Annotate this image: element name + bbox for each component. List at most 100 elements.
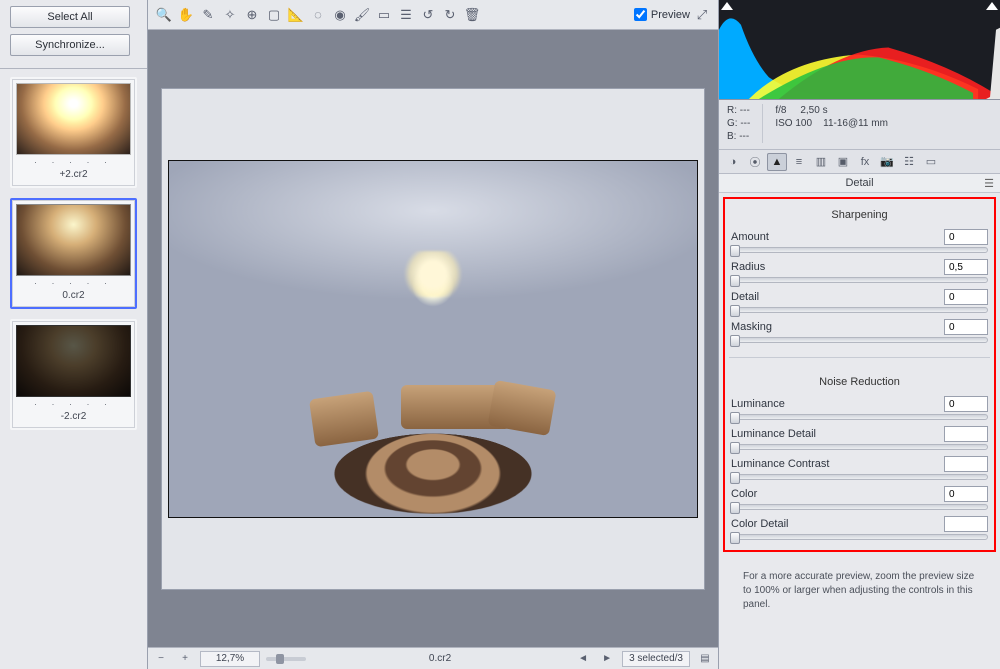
- color-sampler-tool-icon[interactable]: ✧: [220, 5, 240, 25]
- photo-frame: [162, 89, 704, 589]
- redeye-tool-icon[interactable]: ◉: [330, 5, 350, 25]
- thumbnail-rating-dots[interactable]: · · · · ·: [16, 399, 131, 409]
- filmstrip-toggle-icon[interactable]: ▤: [696, 653, 714, 664]
- detail-label: Detail: [731, 291, 759, 303]
- param-masking: Masking: [731, 319, 988, 343]
- panel-tabs: ◑ ⦿ ▲ ≡ ▥ ▣ fx 📷 ☷ ▭: [719, 150, 1000, 174]
- luminance-label: Luminance: [731, 398, 785, 410]
- tab-snapshots-icon[interactable]: ▭: [921, 153, 941, 171]
- luminance-detail-label: Luminance Detail: [731, 428, 816, 440]
- panel-hint: For a more accurate preview, zoom the pr…: [719, 556, 1000, 618]
- prev-image-icon[interactable]: ◄: [574, 653, 592, 664]
- readout-r: R: ---: [727, 104, 750, 117]
- luminance-slider[interactable]: [731, 414, 988, 420]
- thumbnail-image: [16, 204, 131, 276]
- center-pane: 🔍 ✋ ✎ ✧ ⊕ ▢ 📐 ◌ ◉ 🖌 ▭ ☰ ↺ ↻ 🗑 Preview ⤢: [148, 0, 718, 669]
- main-toolbar: 🔍 ✋ ✎ ✧ ⊕ ▢ 📐 ◌ ◉ 🖌 ▭ ☰ ↺ ↻ 🗑 Preview ⤢: [148, 0, 718, 30]
- param-color: Color: [731, 486, 988, 510]
- zoom-value[interactable]: 12,7%: [200, 651, 260, 667]
- zoom-tool-icon[interactable]: 🔍: [154, 5, 174, 25]
- preview-toggle[interactable]: Preview: [634, 8, 690, 21]
- param-color-detail: Color Detail: [731, 516, 988, 540]
- shadow-clip-warning-icon[interactable]: [721, 2, 733, 10]
- radius-label: Radius: [731, 261, 765, 273]
- zoom-out-icon[interactable]: −: [152, 653, 170, 664]
- tab-split-icon[interactable]: ▥: [811, 153, 831, 171]
- luminance-contrast-slider[interactable]: [731, 474, 988, 480]
- thumbnail-filename: -2.cr2: [16, 411, 131, 422]
- luminance-contrast-input[interactable]: [944, 456, 988, 472]
- tab-lens-icon[interactable]: ▣: [833, 153, 853, 171]
- highlight-clip-warning-icon[interactable]: [986, 2, 998, 10]
- thumbnail-filename: +2.cr2: [16, 169, 131, 180]
- color-slider[interactable]: [731, 504, 988, 510]
- histogram[interactable]: [719, 0, 1000, 100]
- luminance-input[interactable]: [944, 396, 988, 412]
- thumbnail-card[interactable]: · · · · · +2.cr2: [10, 77, 137, 188]
- synchronize-button[interactable]: Synchronize...: [10, 34, 130, 56]
- readout-b: B: ---: [727, 130, 750, 143]
- detail-slider[interactable]: [731, 307, 988, 313]
- hand-tool-icon[interactable]: ✋: [176, 5, 196, 25]
- thumbnail-image: [16, 83, 131, 155]
- radius-input[interactable]: [944, 259, 988, 275]
- targeted-adjust-tool-icon[interactable]: ⊕: [242, 5, 262, 25]
- exif-exposure: f/8 2,50 s: [775, 104, 888, 117]
- preview-checkbox[interactable]: [634, 8, 647, 21]
- thumbnail-filename: 0.cr2: [16, 290, 131, 301]
- rotate-ccw-icon[interactable]: ↺: [418, 5, 438, 25]
- next-image-icon[interactable]: ►: [598, 653, 616, 664]
- sharpening-header: Sharpening: [731, 209, 988, 223]
- photo-preview[interactable]: [168, 160, 698, 518]
- tab-detail-icon[interactable]: ▲: [767, 153, 787, 171]
- thumbnail-card[interactable]: · · · · · 0.cr2: [10, 198, 137, 309]
- fullscreen-icon[interactable]: ⤢: [692, 5, 712, 25]
- tab-curve-icon[interactable]: ⦿: [745, 153, 765, 171]
- tab-fx-icon[interactable]: fx: [855, 153, 875, 171]
- color-detail-label: Color Detail: [731, 518, 788, 530]
- masking-label: Masking: [731, 321, 772, 333]
- select-all-button[interactable]: Select All: [10, 6, 130, 28]
- detail-panel: Sharpening Amount Radius Detail: [723, 197, 996, 552]
- thumbnail-rating-dots[interactable]: · · · · ·: [16, 157, 131, 167]
- adjustment-brush-tool-icon[interactable]: 🖌: [352, 5, 372, 25]
- luminance-contrast-label: Luminance Contrast: [731, 458, 829, 470]
- luminance-detail-slider[interactable]: [731, 444, 988, 450]
- masking-input[interactable]: [944, 319, 988, 335]
- param-amount: Amount: [731, 229, 988, 253]
- color-input[interactable]: [944, 486, 988, 502]
- zoom-in-icon[interactable]: +: [176, 653, 194, 664]
- luminance-detail-input[interactable]: [944, 426, 988, 442]
- thumbnail-image: [16, 325, 131, 397]
- tab-hsl-icon[interactable]: ≡: [789, 153, 809, 171]
- detail-input[interactable]: [944, 289, 988, 305]
- rotate-cw-icon[interactable]: ↻: [440, 5, 460, 25]
- status-filename: 0.cr2: [312, 653, 568, 664]
- crop-tool-icon[interactable]: ▢: [264, 5, 284, 25]
- panel-menu-icon[interactable]: ☰: [984, 177, 994, 190]
- param-luminance-contrast: Luminance Contrast: [731, 456, 988, 480]
- tab-camera-icon[interactable]: 📷: [877, 153, 897, 171]
- trash-icon[interactable]: 🗑: [462, 5, 482, 25]
- radius-slider[interactable]: [731, 277, 988, 283]
- color-detail-slider[interactable]: [731, 534, 988, 540]
- straighten-tool-icon[interactable]: 📐: [286, 5, 306, 25]
- color-detail-input[interactable]: [944, 516, 988, 532]
- zoom-slider[interactable]: [266, 657, 306, 661]
- readout-g: G: ---: [727, 117, 750, 130]
- masking-slider[interactable]: [731, 337, 988, 343]
- filmstrip[interactable]: · · · · · +2.cr2 · · · · · 0.cr2 · · · · · -2…: [0, 69, 147, 669]
- thumbnail-rating-dots[interactable]: · · · · ·: [16, 278, 131, 288]
- left-button-group: Select All Synchronize...: [0, 0, 147, 69]
- graduated-filter-tool-icon[interactable]: ▭: [374, 5, 394, 25]
- tab-presets-icon[interactable]: ☷: [899, 153, 919, 171]
- amount-input[interactable]: [944, 229, 988, 245]
- param-luminance: Luminance: [731, 396, 988, 420]
- white-balance-tool-icon[interactable]: ✎: [198, 5, 218, 25]
- canvas-area[interactable]: [148, 30, 718, 647]
- prefs-icon[interactable]: ☰: [396, 5, 416, 25]
- amount-slider[interactable]: [731, 247, 988, 253]
- thumbnail-card[interactable]: · · · · · -2.cr2: [10, 319, 137, 430]
- tab-basic-icon[interactable]: ◑: [723, 153, 743, 171]
- spot-removal-tool-icon[interactable]: ◌: [308, 5, 328, 25]
